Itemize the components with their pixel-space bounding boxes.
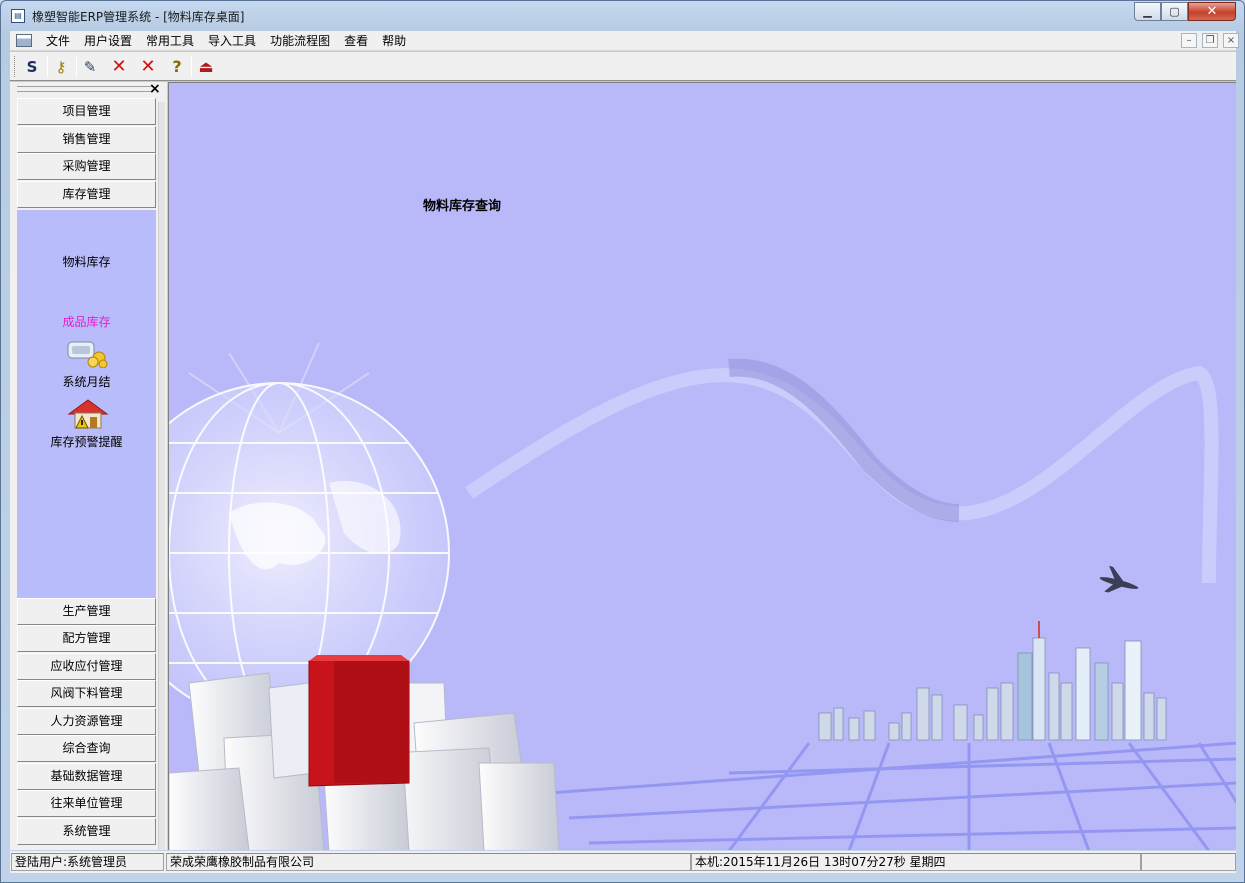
menu-import-tools[interactable]: 导入工具 (201, 33, 263, 49)
mdi-child-icon[interactable] (16, 34, 32, 47)
close-button[interactable]: ✕ (1188, 2, 1236, 21)
status-user: 登陆用户:系统管理员 (11, 853, 164, 871)
monthly-closing-icon[interactable] (67, 338, 109, 369)
menu-help[interactable]: 帮助 (375, 33, 413, 49)
panel-item-material-stock[interactable]: 物料库存 (17, 253, 156, 270)
toolbar-grip[interactable] (14, 56, 17, 77)
key-icon[interactable]: ⚷ (48, 55, 74, 79)
exit-icon[interactable]: ⏏ (193, 55, 219, 79)
sidebar-scrollbar[interactable] (158, 102, 165, 850)
minimize-button[interactable]: ▁ (1134, 2, 1161, 21)
nav-partner-units[interactable]: 往来单位管理 (17, 790, 156, 817)
menu-flowchart[interactable]: 功能流程图 (263, 33, 337, 49)
sidebar-close-icon[interactable]: × (149, 81, 161, 97)
nav-receivable-payable[interactable]: 应收应付管理 (17, 653, 156, 680)
inventory-panel: 物料库存 成品库存 系统月结 库存预警提醒 (17, 210, 156, 598)
sidebar: × 项目管理 销售管理 采购管理 库存管理 物料库存 成品库存 系统月结 库存预… (10, 81, 167, 850)
warning-house-icon[interactable] (67, 398, 109, 430)
status-bar: 登陆用户:系统管理员 荣成荣鹰橡胶制品有限公司 本机:2015年11月26日 1… (10, 851, 1236, 873)
nav-purchase-management[interactable]: 采购管理 (17, 153, 156, 180)
menu-common-tools[interactable]: 常用工具 (139, 33, 201, 49)
maximize-button[interactable]: ▢ (1161, 2, 1188, 21)
desktop-content: 物料库存查询 (168, 82, 1236, 850)
panel-item-stock-warning[interactable]: 库存预警提醒 (17, 433, 156, 450)
app-window: ▤ 橡塑智能ERP管理系统 - [物料库存桌面] ▁ ▢ ✕ 文件 用户设置 常… (0, 0, 1245, 883)
nav-basic-data[interactable]: 基础数据管理 (17, 763, 156, 790)
menu-view[interactable]: 查看 (337, 33, 375, 49)
toolbar-separator (191, 56, 192, 77)
title-bar[interactable]: ▤ 橡塑智能ERP管理系统 - [物料库存桌面] (1, 1, 1244, 31)
nav-damper-cutting[interactable]: 风阀下料管理 (17, 680, 156, 707)
app-icon[interactable]: ▤ (11, 9, 25, 23)
nav-sales-management[interactable]: 销售管理 (17, 126, 156, 153)
status-datetime: 本机:2015年11月26日 13时07分27秒 星期四 (691, 853, 1141, 871)
status-extra (1141, 853, 1236, 871)
mdi-close-button[interactable]: × (1223, 33, 1239, 48)
menu-bar: 文件 用户设置 常用工具 导入工具 功能流程图 查看 帮助 – ❐ × (10, 31, 1239, 51)
nav-project-management[interactable]: 项目管理 (17, 98, 156, 125)
page-heading: 物料库存查询 (423, 199, 502, 214)
status-company: 荣成荣鹰橡胶制品有限公司 (166, 853, 691, 871)
pipette-icon[interactable]: ✎ (77, 55, 103, 79)
nav-human-resources[interactable]: 人力资源管理 (17, 708, 156, 735)
window-title: 橡塑智能ERP管理系统 - [物料库存桌面] (32, 10, 245, 24)
menu-file[interactable]: 文件 (39, 33, 77, 49)
nav-production-management[interactable]: 生产管理 (17, 598, 156, 625)
delete-icon[interactable]: ✕ (106, 55, 132, 79)
nav-inventory-management[interactable]: 库存管理 (17, 181, 156, 208)
panel-item-product-stock[interactable]: 成品库存 (17, 313, 156, 330)
panel-item-monthly-closing[interactable]: 系统月结 (17, 373, 156, 390)
cancel-icon[interactable]: ✕ (135, 55, 161, 79)
nav-system-management[interactable]: 系统管理 (17, 818, 156, 845)
sidebar-grip[interactable] (17, 86, 153, 92)
swap-icon[interactable]: Ѕ (19, 55, 45, 79)
mdi-minimize-button[interactable]: – (1181, 33, 1197, 48)
nav-formula-management[interactable]: 配方管理 (17, 625, 156, 652)
mdi-restore-button[interactable]: ❐ (1202, 33, 1218, 48)
help-icon[interactable]: ? (164, 55, 190, 79)
toolbar: Ѕ ⚷ ✎ ✕ ✕ ? ⏏ (10, 52, 1236, 81)
desktop-background (169, 342, 1236, 850)
menu-user-settings[interactable]: 用户设置 (77, 33, 139, 49)
nav-comprehensive-query[interactable]: 综合查询 (17, 735, 156, 762)
